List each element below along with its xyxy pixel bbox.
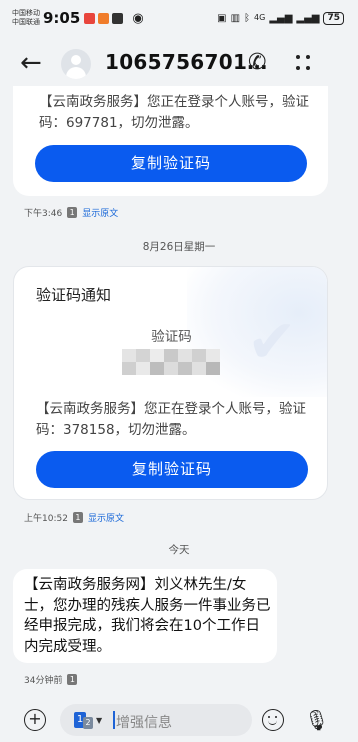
notification-icon	[84, 12, 96, 24]
sim-select-icon[interactable]: 1 2 ▼	[74, 711, 102, 729]
vibrate-icon: ▥	[230, 12, 241, 24]
show-original-link[interactable]: 显示原文	[82, 206, 118, 219]
sim-secondary: 2	[83, 717, 93, 729]
status-bar: 中国移动 中国联通 9:05 ◉ ▣ ▥ ᛒ 4G ▂▄▆ ▂▄▆ 75	[0, 0, 358, 36]
contact-title[interactable]: 1065756701…	[105, 50, 267, 74]
chevron-down-icon: ▼	[96, 715, 103, 725]
sim-icon: 1	[67, 674, 78, 685]
copy-code-button[interactable]: 复制验证码	[35, 145, 307, 182]
input-placeholder: 增强信息	[116, 715, 172, 731]
message-time: 下午3:46	[24, 209, 63, 219]
message-time: 上午10:52	[24, 514, 68, 524]
code-label: 验证码	[151, 329, 192, 345]
bluetooth-icon: ᛒ	[244, 12, 251, 24]
microphone-icon[interactable]: 🎙	[304, 708, 329, 732]
back-arrow-icon[interactable]: ←	[20, 49, 42, 77]
add-icon[interactable]: +	[24, 709, 46, 731]
signal-icon: ▂▄▆	[269, 12, 293, 24]
message-meta: 上午10:52 1 显示原文	[24, 511, 124, 524]
text-cursor	[113, 711, 115, 729]
eye-icon: ◉	[132, 10, 144, 26]
message-text: 【云南政务服务】您正在登录个人账号，验证码：378158，切勿泄露。	[36, 401, 306, 438]
copy-code-button[interactable]: 复制验证码	[36, 451, 308, 488]
message-text: 【云南政务服务】您正在登录个人账号，验证码：697781，切勿泄露。	[39, 94, 309, 131]
message-meta: 34分钟前 1	[24, 673, 78, 686]
sim-icon: 1	[72, 512, 83, 523]
date-separator: 今天	[168, 544, 190, 556]
date-separator: 8月26日星期一	[142, 241, 216, 253]
verification-card: ✔ 验证码通知 验证码 【云南政务服务】您正在登录个人账号，验证码：378158…	[13, 266, 328, 500]
message-composer: + 1 2 ▼ 增强信息 🎙	[0, 700, 358, 742]
message-bubble: 【云南政务服务网】刘义林先生/女士，您办理的残疾人服务一件事业务已经申报完成，我…	[13, 569, 277, 663]
battery-level: 75	[323, 11, 344, 25]
show-original-link[interactable]: 显示原文	[88, 511, 124, 524]
sim-icon: 1	[67, 207, 78, 218]
message-meta: 下午3:46 1 显示原文	[24, 206, 118, 219]
carrier-1: 中国移动	[12, 9, 40, 17]
notification-icon	[98, 12, 110, 24]
carrier-2: 中国联通	[12, 18, 40, 26]
notification-icon	[112, 12, 124, 24]
more-icon[interactable]	[296, 51, 310, 73]
message-bubble: 【云南政务服务】您正在登录个人账号，验证码：697781，切勿泄露。 复制验证码	[13, 86, 328, 196]
conversation-header: ← 1065756701… ✆	[0, 40, 358, 88]
nfc-icon: ▣	[217, 12, 227, 24]
message-time: 34分钟前	[24, 676, 63, 686]
network-label: 4G	[254, 13, 266, 22]
status-icons: ▣ ▥ ᛒ 4G ▂▄▆ ▂▄▆ 75	[217, 11, 344, 25]
carrier-info: 中国移动 中国联通	[12, 9, 40, 27]
message-text: 【云南政务服务网】刘义林先生/女士，您办理的残疾人服务一件事业务已经申报完成，我…	[24, 577, 271, 655]
signal-icon: ▂▄▆	[296, 12, 320, 24]
card-title: 验证码通知	[36, 286, 112, 304]
emoji-icon[interactable]	[262, 709, 284, 731]
message-input[interactable]: 1 2 ▼ 增强信息	[60, 704, 252, 736]
masked-code	[122, 349, 222, 375]
avatar-icon[interactable]	[61, 49, 91, 79]
phone-icon[interactable]: ✆	[248, 50, 266, 75]
status-time: 9:05	[43, 9, 81, 27]
